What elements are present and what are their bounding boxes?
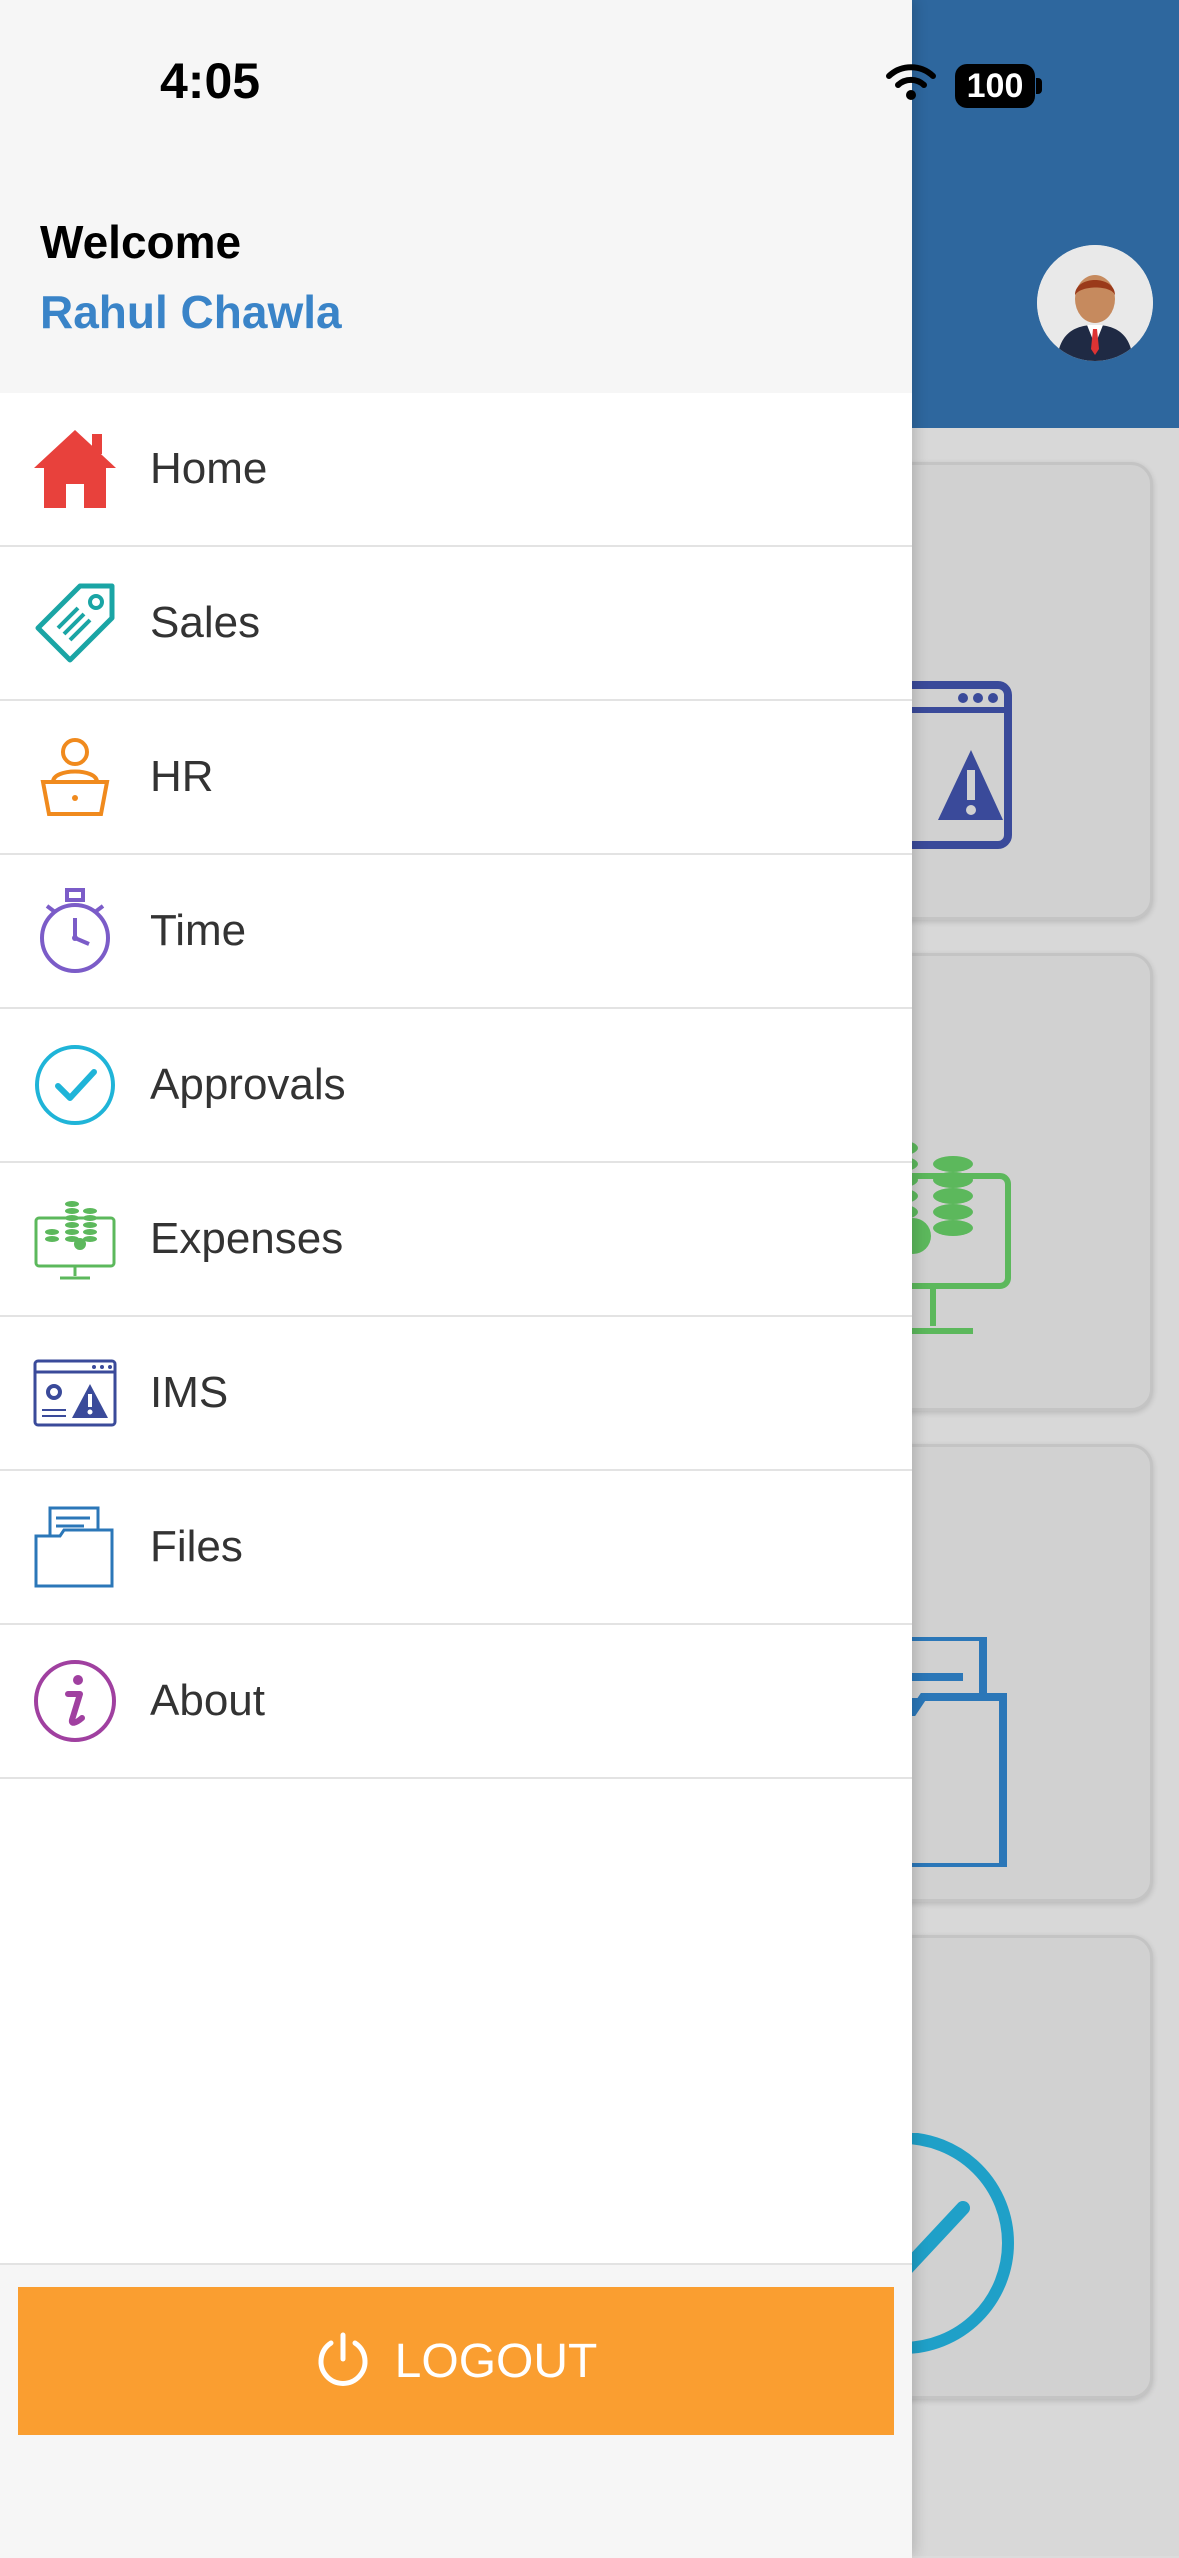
menu-item-time[interactable]: Time [0, 855, 912, 1009]
check-circle-icon [30, 1040, 120, 1130]
status-time: 4:05 [160, 53, 261, 109]
avatar-icon [1037, 245, 1153, 361]
logout-label: LOGOUT [394, 2334, 598, 2388]
menu-item-sales[interactable]: Sales [0, 547, 912, 701]
menu-item-ims[interactable]: IMS [0, 1317, 912, 1471]
drawer-footer: LOGOUT [0, 2263, 912, 2558]
profile-avatar[interactable] [1037, 245, 1153, 361]
menu-item-files[interactable]: Files [0, 1471, 912, 1625]
menu-item-label: Files [150, 1522, 243, 1571]
menu-item-expenses[interactable]: Expenses [0, 1163, 912, 1317]
user-name: Rahul Chawla [40, 286, 342, 338]
menu-item-label: IMS [150, 1368, 229, 1417]
menu-item-label: Approvals [150, 1060, 346, 1109]
menu-item-label: Sales [150, 598, 261, 647]
menu-item-label: HR [150, 752, 214, 801]
person-laptop-icon [30, 732, 120, 822]
battery-icon: 100 [955, 64, 1035, 108]
drawer-menu: Home Sales HR Time Approvals Expenses IM… [0, 393, 912, 1779]
money-monitor-icon [30, 1194, 120, 1284]
menu-item-about[interactable]: About [0, 1625, 912, 1779]
logout-button[interactable]: LOGOUT [18, 2287, 894, 2435]
welcome-label: Welcome [40, 216, 242, 268]
menu-item-home[interactable]: Home [0, 393, 912, 547]
folder-files-icon [30, 1502, 120, 1592]
battery-tip [1036, 78, 1042, 94]
drawer-header: Welcome Rahul Chawla [0, 175, 912, 393]
menu-item-label: Home [150, 444, 268, 493]
status-bar: 4:05 [0, 0, 912, 175]
menu-item-hr[interactable]: HR [0, 701, 912, 855]
price-tag-icon [30, 578, 120, 668]
info-circle-icon [30, 1656, 120, 1746]
menu-item-label: Time [150, 906, 247, 955]
power-icon [315, 2331, 371, 2392]
battery-level: 100 [966, 66, 1024, 105]
wifi-icon [886, 64, 936, 100]
menu-item-label: About [150, 1676, 265, 1725]
navigation-drawer: 4:05 Welcome Rahul Chawla Home Sales HR … [0, 0, 912, 2558]
menu-item-approvals[interactable]: Approvals [0, 1009, 912, 1163]
home-icon [30, 424, 120, 514]
stopwatch-icon [30, 886, 120, 976]
menu-item-label: Expenses [150, 1214, 344, 1263]
window-warning-icon [30, 1348, 120, 1438]
